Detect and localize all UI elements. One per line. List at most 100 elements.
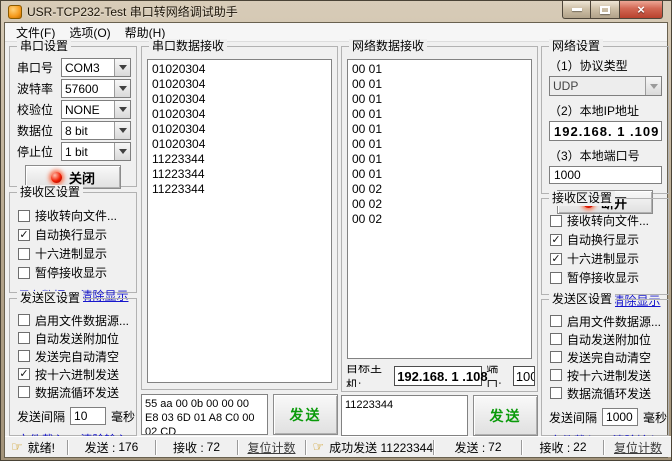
checkbox-row[interactable]: 启用文件数据源...: [18, 311, 136, 329]
chevron-down-icon[interactable]: [114, 101, 130, 118]
serial-send-input[interactable]: 55 aa 00 0b 00 00 00 E8 03 6D 01 A8 C0 0…: [141, 394, 268, 435]
network-recv-count: 22: [573, 440, 586, 454]
checkbox-row[interactable]: 自动发送附加位: [18, 329, 136, 347]
led-icon: [51, 172, 62, 183]
checkbox[interactable]: [550, 351, 562, 363]
serial-settings-group: 串口设置 串口号 COM3 波特率 57600 校验位: [9, 46, 137, 187]
checkbox[interactable]: ✓: [550, 234, 562, 246]
checkbox-label: 十六进制显示: [567, 250, 639, 267]
checkbox-row[interactable]: 按十六进制发送: [550, 366, 668, 384]
serial-send-button[interactable]: 发送: [273, 394, 338, 435]
serial-close-label: 关闭: [69, 168, 95, 187]
checkbox[interactable]: [18, 267, 30, 279]
checkbox[interactable]: [18, 386, 30, 398]
data-bits-select[interactable]: 8 bit: [61, 121, 131, 140]
checkbox[interactable]: [550, 369, 562, 381]
send-interval-input[interactable]: 10: [70, 407, 106, 425]
send-interval-unit: 毫秒: [643, 409, 667, 426]
checkbox[interactable]: [550, 387, 562, 399]
checkbox[interactable]: ✓: [18, 229, 30, 241]
checkbox[interactable]: ✓: [550, 253, 562, 265]
checkbox-row[interactable]: 发送完自动清空: [18, 347, 136, 365]
minimize-button[interactable]: [562, 1, 591, 19]
target-port-input[interactable]: 1000: [513, 366, 535, 386]
protocol-select[interactable]: UDP: [549, 76, 662, 96]
checkbox[interactable]: [18, 350, 30, 362]
checkbox-row[interactable]: 数据流循环发送: [550, 384, 668, 402]
checkbox[interactable]: [18, 332, 30, 344]
stop-bits-value: 1 bit: [62, 143, 114, 160]
checkbox[interactable]: [18, 248, 30, 260]
window-controls: ×: [562, 1, 663, 19]
checkbox[interactable]: [550, 315, 562, 327]
maximize-button[interactable]: [591, 1, 620, 19]
network-send-settings-group: 发送区设置 启用文件数据源... 自动发送附加位 发送完自动清空 按十六进制发送: [541, 299, 669, 436]
serial-reset-count-link[interactable]: 复位计数: [247, 439, 295, 456]
checkbox-label: 启用文件数据源...: [567, 313, 661, 330]
network-send-button[interactable]: 发送: [473, 395, 538, 436]
local-ip-label: （2）本地IP地址: [549, 102, 668, 119]
checkbox-row[interactable]: ✓ 按十六进制发送: [18, 365, 136, 383]
checkbox[interactable]: [18, 314, 30, 326]
network-status-text: 成功发送 11223344: [329, 439, 433, 456]
baud-rate-select[interactable]: 57600: [61, 79, 131, 98]
parity-label: 校验位: [17, 101, 61, 118]
checkbox[interactable]: [550, 215, 562, 227]
group-title: 串口设置: [17, 39, 71, 54]
target-host-input[interactable]: 192.168. 1 .108: [394, 366, 482, 386]
checkbox-label: 数据流循环发送: [567, 385, 651, 402]
chevron-down-icon[interactable]: [114, 59, 130, 76]
serial-receive-area[interactable]: 01020304 01020304 01020304 01020304 0102…: [147, 59, 332, 383]
network-sent-label: 发送 :: [454, 439, 485, 456]
status-bar: ☞ 就绪! 发送 : 176 接收 : 72 复位计数: [5, 436, 671, 457]
chevron-down-icon[interactable]: [114, 143, 130, 160]
checkbox-row[interactable]: 十六进制显示: [18, 244, 136, 263]
network-recv-settings-group: 接收区设置 接收转向文件... ✓ 自动换行显示 ✓ 十六进制显示 暂停接收显示: [541, 198, 669, 295]
protocol-type-label: （1）协议类型: [549, 57, 668, 74]
parity-select[interactable]: NONE: [61, 100, 131, 119]
stop-bits-label: 停止位: [17, 143, 61, 160]
checkbox[interactable]: [18, 210, 30, 222]
chevron-down-icon: [645, 77, 661, 95]
minimize-icon: [572, 8, 582, 11]
send-interval-input[interactable]: 1000: [602, 408, 638, 426]
data-bits-label: 数据位: [17, 122, 61, 139]
group-title: 发送区设置: [549, 292, 615, 307]
checkbox-row[interactable]: 发送完自动清空: [550, 348, 668, 366]
checkbox-row[interactable]: 暂停接收显示: [18, 263, 136, 282]
checkbox-label: 启用文件数据源...: [35, 312, 129, 329]
network-send-input[interactable]: 11223344: [341, 395, 468, 436]
checkbox-row[interactable]: 接收转向文件...: [550, 211, 668, 230]
chevron-down-icon[interactable]: [114, 80, 130, 97]
checkbox[interactable]: [550, 272, 562, 284]
checkbox-row[interactable]: ✓ 自动换行显示: [550, 230, 668, 249]
network-settings-group: 网络设置 （1）协议类型 UDP （2）本地IP地址 192.168. 1 .1…: [541, 46, 669, 194]
network-receive-area[interactable]: 00 01 00 01 00 01 00 01 00 01 00 01 00 0…: [347, 59, 532, 359]
checkbox-row[interactable]: 自动发送附加位: [550, 330, 668, 348]
local-ip-input[interactable]: 192.168. 1 .109: [549, 121, 662, 141]
checkbox[interactable]: ✓: [18, 368, 30, 380]
com-port-select[interactable]: COM3: [61, 58, 131, 77]
serial-sent-label: 发送 :: [85, 439, 116, 456]
checkbox-label: 数据流循环发送: [35, 384, 119, 401]
serial-data-group: 串口数据接收 01020304 01020304 01020304 010203…: [141, 46, 338, 390]
checkbox[interactable]: [550, 333, 562, 345]
checkbox-row[interactable]: ✓ 十六进制显示: [550, 249, 668, 268]
close-button[interactable]: ×: [620, 1, 663, 19]
local-port-label: （3）本地端口号: [549, 147, 668, 164]
checkbox-label: 按十六进制发送: [567, 367, 651, 384]
checkbox-label: 自动换行显示: [567, 231, 639, 248]
local-port-input[interactable]: 1000: [549, 166, 662, 184]
checkbox-row[interactable]: ✓ 自动换行显示: [18, 225, 136, 244]
serial-send-settings-group: 发送区设置 启用文件数据源... 自动发送附加位 发送完自动清空 ✓ 按十六进制…: [9, 298, 137, 436]
client-area: 串口设置 串口号 COM3 波特率 57600 校验位: [5, 42, 667, 457]
checkbox-row[interactable]: 数据流循环发送: [18, 383, 136, 401]
checkbox-row[interactable]: 启用文件数据源...: [550, 312, 668, 330]
group-title: 网络设置: [549, 39, 603, 54]
checkbox-row[interactable]: 暂停接收显示: [550, 268, 668, 287]
checkbox-row[interactable]: 接收转向文件...: [18, 206, 136, 225]
group-title: 接收区设置: [17, 185, 83, 200]
stop-bits-select[interactable]: 1 bit: [61, 142, 131, 161]
network-reset-count-link[interactable]: 复位计数: [614, 439, 662, 456]
chevron-down-icon[interactable]: [114, 122, 130, 139]
